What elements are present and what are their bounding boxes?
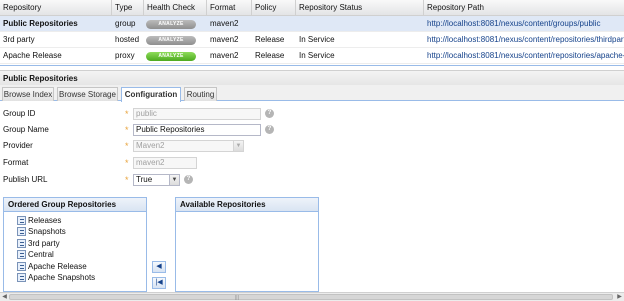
help-icon[interactable]: ?: [265, 109, 274, 118]
repo-name: 3rd party: [3, 35, 35, 44]
column-header-type[interactable]: Type: [112, 0, 144, 16]
repo-path-link[interactable]: http://localhost:8081/nexus/content/repo…: [424, 48, 624, 64]
repo-status: [296, 16, 424, 32]
provider-select: Maven2 ▼: [133, 140, 244, 152]
column-header-repository-status[interactable]: Repository Status: [296, 0, 424, 16]
repo-format: maven2: [210, 19, 239, 28]
list-item-label: Apache Release: [28, 262, 87, 271]
format-label: Format: [3, 158, 29, 167]
list-item-label: 3rd party: [28, 239, 60, 248]
repo-policy: Release: [255, 35, 285, 44]
repo-format: maven2: [210, 51, 239, 60]
repo-name: Apache Release: [3, 51, 62, 60]
group-name-label: Group Name: [3, 125, 49, 134]
repository-icon: [17, 239, 26, 248]
repo-status: In Service: [299, 51, 335, 60]
repository-icon: [17, 250, 26, 259]
scroll-left-icon[interactable]: ◀: [0, 293, 9, 301]
available-repositories-title: Available Repositories: [176, 198, 318, 212]
analyze-button[interactable]: ANALYZE: [146, 52, 196, 61]
publish-url-select[interactable]: True ▼: [133, 174, 180, 186]
repository-icon: [17, 216, 26, 225]
column-header-repository[interactable]: Repository: [0, 0, 112, 16]
group-id-label: Group ID: [3, 109, 36, 118]
chevron-down-icon: ▼: [233, 140, 244, 152]
list-item-label: Apache Snapshots: [28, 273, 96, 282]
provider-label: Provider: [3, 141, 33, 150]
repo-type: proxy: [115, 51, 135, 60]
table-row[interactable]: 3rd party hosted ANALYZE maven2 Release …: [0, 32, 624, 48]
column-header-health-check[interactable]: Health Check: [144, 0, 207, 16]
chevron-down-icon[interactable]: ▼: [169, 174, 180, 186]
repository-icon: [17, 262, 26, 271]
publish-url-value: True: [136, 175, 153, 184]
tab-browse-index[interactable]: Browse Index: [2, 87, 54, 101]
grid-header: Repository Type Health Check Format Poli…: [0, 0, 624, 16]
list-item-label: Releases: [28, 216, 62, 225]
tab-browse-storage[interactable]: Browse Storage: [57, 87, 118, 101]
group-id-field: public: [133, 108, 261, 120]
repository-icon: [17, 273, 26, 282]
ordered-group-repositories-panel: Ordered Group Repositories Releases Snap…: [3, 197, 147, 292]
panel-title: Public Repositories: [0, 70, 624, 85]
repo-policy: [252, 16, 296, 32]
required-marker: *: [125, 158, 129, 168]
repo-name: Public Repositories: [3, 19, 78, 28]
column-header-format[interactable]: Format: [207, 0, 252, 16]
scrollbar-thumb[interactable]: |||: [9, 294, 613, 301]
repo-path-link[interactable]: http://localhost:8081/nexus/content/repo…: [424, 32, 624, 48]
help-icon[interactable]: ?: [265, 125, 274, 134]
list-item-label: Central: [28, 250, 54, 259]
column-header-repository-path[interactable]: Repository Path: [424, 0, 624, 16]
help-icon[interactable]: ?: [184, 175, 193, 184]
table-row[interactable]: Apache Release proxy ANALYZE maven2 Rele…: [0, 48, 624, 64]
repo-format: maven2: [210, 35, 239, 44]
publish-url-label: Publish URL: [3, 175, 48, 184]
horizontal-scrollbar[interactable]: ◀ ||| ▶: [0, 292, 624, 301]
scroll-right-icon[interactable]: ▶: [615, 293, 624, 301]
tab-routing[interactable]: Routing: [184, 87, 217, 101]
repo-policy: Release: [255, 51, 285, 60]
table-row[interactable]: Public Repositories group ANALYZE maven2…: [0, 16, 624, 32]
tab-bar: Browse Index Browse Storage Configuratio…: [0, 85, 624, 102]
move-all-left-button[interactable]: |◀: [152, 277, 166, 289]
repo-type: hosted: [115, 35, 140, 44]
analyze-button[interactable]: ANALYZE: [146, 36, 196, 45]
grip-icon: |||: [235, 295, 239, 301]
list-item-label: Snapshots: [28, 227, 66, 236]
column-header-policy[interactable]: Policy: [252, 0, 296, 16]
ordered-group-title: Ordered Group Repositories: [4, 198, 146, 212]
available-repositories-panel: Available Repositories: [175, 197, 319, 292]
required-marker: *: [125, 109, 129, 119]
analyze-button[interactable]: ANALYZE: [146, 20, 196, 29]
repo-status: In Service: [299, 35, 335, 44]
group-name-input[interactable]: Public Repositories: [133, 124, 261, 136]
repository-icon: [17, 227, 26, 236]
format-field: maven2: [133, 157, 197, 169]
repository-grid: Repository Type Health Check Format Poli…: [0, 0, 624, 66]
required-marker: *: [125, 141, 129, 151]
required-marker: *: [125, 175, 129, 185]
move-left-button[interactable]: ◀: [152, 261, 166, 273]
tab-configuration[interactable]: Configuration: [121, 87, 181, 102]
provider-value: Maven2: [136, 141, 165, 150]
required-marker: *: [125, 125, 129, 135]
repo-type: group: [115, 19, 136, 28]
repo-path-link[interactable]: http://localhost:8081/nexus/content/grou…: [424, 16, 624, 32]
